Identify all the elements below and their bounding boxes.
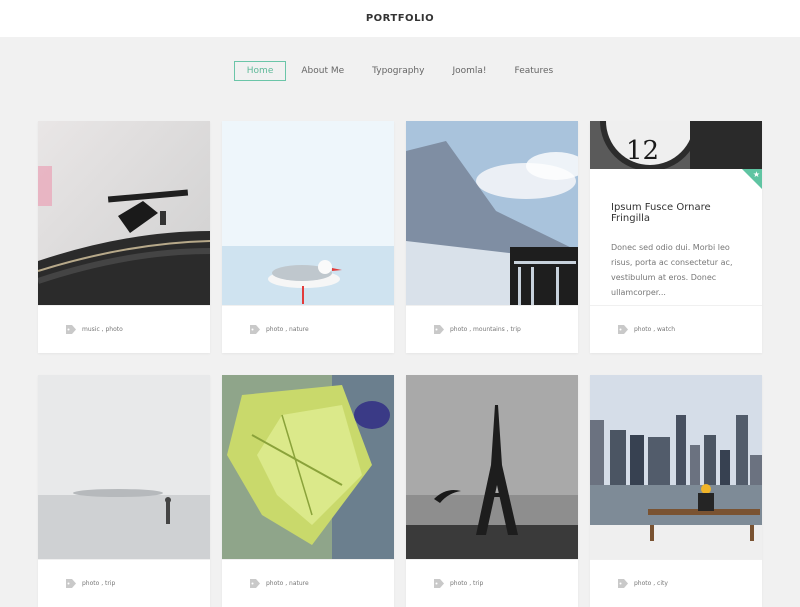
main-nav: Home About Me Typography Joomla! Feature…	[0, 61, 800, 81]
top-bar: PORTFOLIO	[0, 0, 800, 37]
card-tags[interactable]: photo , mountains , trip	[450, 326, 521, 333]
green-leaf-photo[interactable]	[222, 375, 394, 559]
tag-icon	[434, 579, 444, 588]
nav-item-features[interactable]: Features	[502, 61, 567, 81]
card-tags[interactable]: photo , nature	[266, 580, 309, 587]
card-tags[interactable]: photo , city	[634, 580, 668, 587]
tag-icon	[66, 579, 76, 588]
card-excerpt: Donec sed odio dui. Morbi leo risus, por…	[611, 243, 733, 297]
card-body: ★ Ipsum Fusce Ornare Fringilla Donec sed…	[590, 169, 762, 305]
nav-item-about-me[interactable]: About Me	[288, 61, 357, 81]
turntable-photo[interactable]	[38, 121, 210, 305]
svg-text:12: 12	[626, 136, 659, 166]
card-tags[interactable]: music , photo	[82, 326, 123, 333]
card-tags[interactable]: photo , trip	[82, 580, 115, 587]
tag-icon	[618, 325, 628, 334]
nav-item-typography[interactable]: Typography	[359, 61, 437, 81]
portfolio-card-featured[interactable]: 12 ★ Ipsum Fusce Ornare Fringilla Donec …	[590, 121, 762, 353]
card-title[interactable]: Ipsum Fusce Ornare Fringilla	[611, 202, 742, 224]
card-footer: music , photo	[38, 305, 210, 353]
tag-icon	[66, 325, 76, 334]
mountains-photo[interactable]	[406, 121, 578, 305]
portfolio-card[interactable]: photo , trip	[406, 375, 578, 607]
portfolio-card[interactable]: photo , nature	[222, 375, 394, 607]
eiffel-tower-photo[interactable]	[406, 375, 578, 559]
star-icon: ★	[752, 170, 760, 179]
foggy-sea-photo[interactable]	[38, 375, 210, 559]
card-tags[interactable]: photo , watch	[634, 326, 675, 333]
site-title[interactable]: PORTFOLIO	[366, 13, 434, 24]
card-footer: photo , watch	[590, 305, 762, 353]
portfolio-card[interactable]: photo , city	[590, 375, 762, 607]
clock-photo[interactable]: 12	[590, 121, 762, 169]
city-skyline-photo[interactable]	[590, 375, 762, 559]
card-tags[interactable]: photo , nature	[266, 326, 309, 333]
portfolio-card[interactable]: music , photo	[38, 121, 210, 353]
tag-icon	[250, 325, 260, 334]
card-tags[interactable]: photo , trip	[450, 580, 483, 587]
card-footer: photo , nature	[222, 305, 394, 353]
nav-item-home[interactable]: Home	[233, 61, 287, 81]
tag-icon	[618, 579, 628, 588]
tag-icon	[434, 325, 444, 334]
card-footer: photo , mountains , trip	[406, 305, 578, 353]
nav-item-joomla[interactable]: Joomla!	[439, 61, 499, 81]
seagull-photo[interactable]	[222, 121, 394, 305]
tag-icon	[250, 579, 260, 588]
portfolio-card[interactable]: photo , nature	[222, 121, 394, 353]
portfolio-card[interactable]: photo , mountains , trip	[406, 121, 578, 353]
portfolio-card[interactable]: photo , trip	[38, 375, 210, 607]
